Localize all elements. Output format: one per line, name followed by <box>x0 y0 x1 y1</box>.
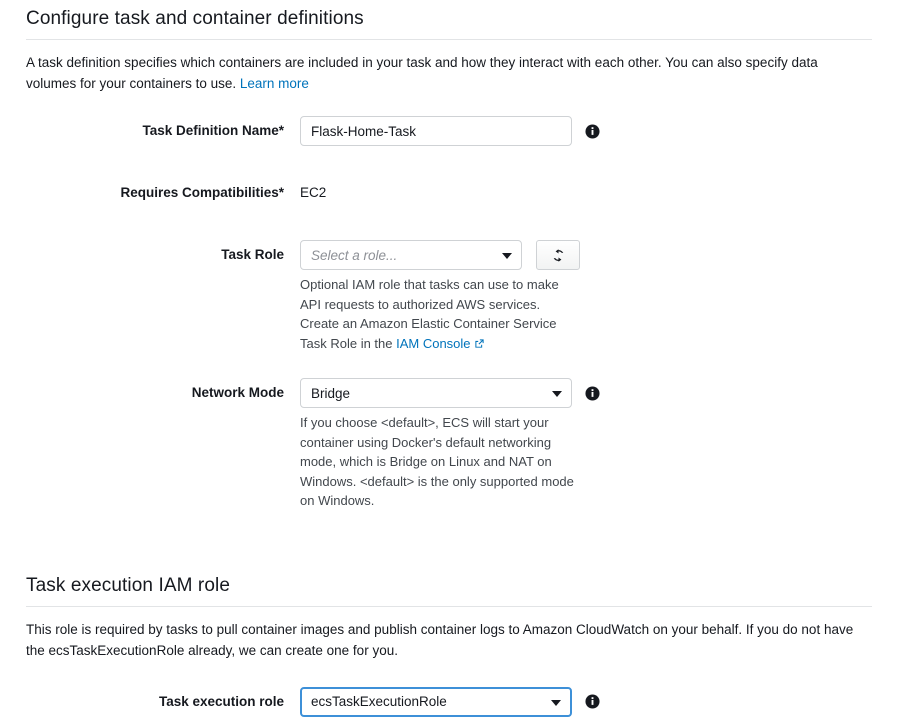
refresh-task-roles-button[interactable] <box>536 240 580 270</box>
field-row-task-role: Task Role Select a role... Optional IAM … <box>26 240 872 354</box>
network-mode-line: Bridge <box>300 378 872 408</box>
field-row-task-definition-name: Task Definition Name* <box>26 116 872 146</box>
info-icon[interactable] <box>585 123 600 139</box>
requires-compatibilities-value: EC2 <box>300 185 327 200</box>
requires-compatibilities-line: EC2 <box>300 178 872 208</box>
requires-compatibilities-label: Requires Compatibilities* <box>120 185 284 200</box>
page-title: Configure task and container definitions <box>26 8 364 29</box>
task-role-field-col: Select a role... Optional IAM role that … <box>300 240 872 354</box>
network-mode-field-col: Bridge If you choose <default>, ECS will… <box>300 378 872 511</box>
task-definition-name-line <box>300 116 872 146</box>
iam-console-link[interactable]: IAM Console <box>396 336 470 351</box>
network-mode-select-value: Bridge <box>311 385 351 401</box>
info-icon[interactable] <box>585 694 600 709</box>
task-execution-role-form: Task execution role ecsTaskExecutionRole <box>26 686 872 717</box>
network-mode-select[interactable]: Bridge <box>300 378 572 408</box>
field-row-network-mode: Network Mode Bridge If you choose <defau… <box>26 378 872 511</box>
requires-compatibilities-field-col: EC2 <box>300 178 872 208</box>
page-description-text: A task definition specifies which contai… <box>26 55 818 91</box>
task-definition-form-page: Configure task and container definitions… <box>0 0 898 717</box>
task-execution-role-select-value: ecsTaskExecutionRole <box>311 694 447 709</box>
learn-more-link[interactable]: Learn more <box>240 76 309 91</box>
chevron-down-icon <box>552 391 562 397</box>
task-execution-iam-role-title: Task execution IAM role <box>26 574 230 596</box>
task-role-help-text: Optional IAM role that tasks can use to … <box>300 275 578 354</box>
page-description: A task definition specifies which contai… <box>26 52 868 94</box>
task-execution-iam-role-description: This role is required by tasks to pull c… <box>26 621 854 658</box>
task-definition-name-field-col <box>300 116 872 146</box>
info-icon[interactable] <box>585 385 600 401</box>
field-row-task-execution-role: Task execution role ecsTaskExecutionRole <box>26 686 872 717</box>
task-definition-form: Task Definition Name* Requires Compa <box>26 116 872 511</box>
task-execution-iam-role-divider <box>26 605 872 607</box>
network-mode-label: Network Mode <box>191 385 284 400</box>
task-definition-name-label: Task Definition Name* <box>142 123 284 138</box>
task-execution-role-line: ecsTaskExecutionRole <box>300 686 872 717</box>
field-row-requires-compatibilities: Requires Compatibilities* EC2 <box>26 178 872 208</box>
task-role-label: Task Role <box>221 247 284 262</box>
task-role-line: Select a role... <box>300 240 872 270</box>
chevron-down-icon <box>551 699 561 706</box>
task-execution-role-label: Task execution role <box>158 693 284 709</box>
network-mode-help-text: If you choose <default>, ECS will start … <box>300 415 574 508</box>
task-role-select[interactable]: Select a role... <box>300 240 522 270</box>
task-definition-name-input[interactable] <box>300 116 572 146</box>
task-role-select-value: Select a role... <box>311 247 398 263</box>
chevron-down-icon <box>502 253 512 259</box>
task-execution-role-field-col: ecsTaskExecutionRole <box>300 686 872 717</box>
title-divider <box>26 39 872 40</box>
external-link-icon <box>474 335 485 355</box>
task-execution-role-select[interactable]: ecsTaskExecutionRole <box>300 686 572 717</box>
refresh-icon <box>553 248 563 262</box>
